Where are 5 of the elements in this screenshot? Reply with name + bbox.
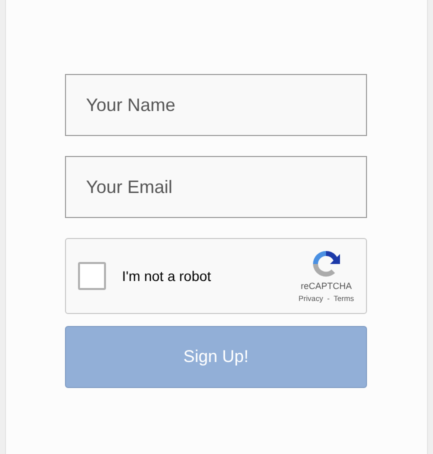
checkbox[interactable] <box>78 262 106 290</box>
captcha-brand: reCAPTCHA <box>300 280 352 293</box>
email-field[interactable]: Your Email <box>65 156 367 218</box>
captcha-label: I'm not a robot <box>122 266 212 286</box>
name-field[interactable]: Your Name <box>65 74 367 136</box>
